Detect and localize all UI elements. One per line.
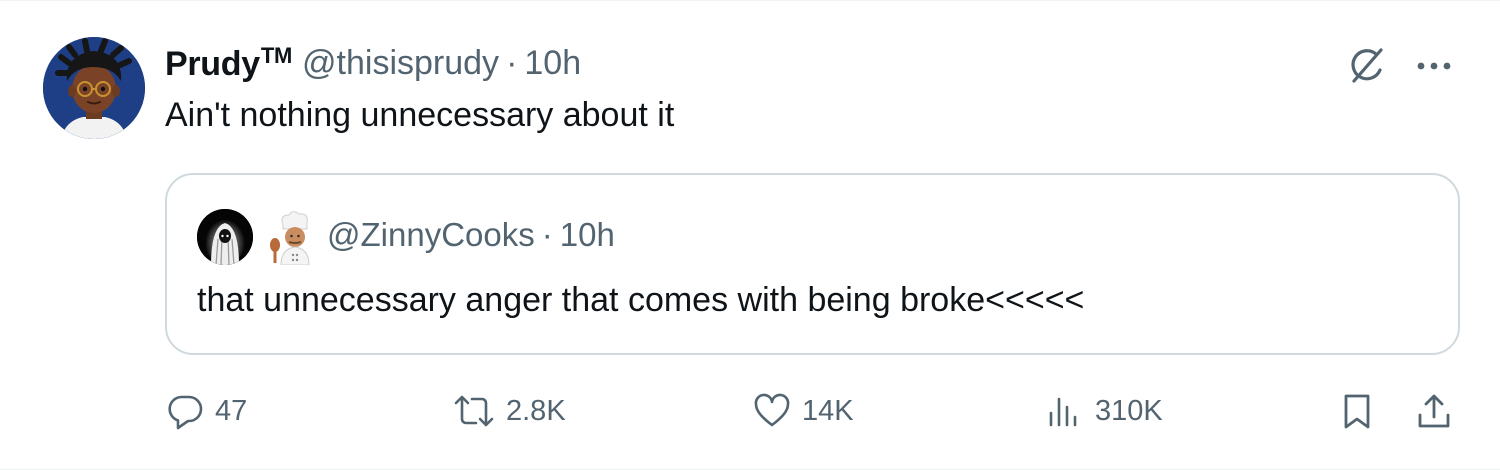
quoted-separator-dot: · <box>541 216 553 253</box>
share-icon <box>1414 391 1454 431</box>
views-button[interactable]: 310K <box>1045 389 1163 433</box>
quoted-header: @ZinnyCooks · 10h <box>327 213 615 257</box>
repost-icon <box>452 391 496 431</box>
views-count: 310K <box>1095 394 1163 427</box>
quoted-post[interactable]: @ZinnyCooks · 10h that unnecessary anger… <box>165 173 1460 355</box>
more-icon[interactable] <box>1412 51 1456 81</box>
like-button[interactable]: 14K <box>752 389 854 433</box>
share-button[interactable] <box>1414 389 1454 433</box>
quoted-handle[interactable]: @ZinnyCooks <box>327 216 535 254</box>
repost-button[interactable]: 2.8K <box>452 389 566 433</box>
grok-icon[interactable] <box>1345 44 1389 88</box>
repost-count: 2.8K <box>506 394 566 427</box>
author-handle[interactable]: @thisisprudy <box>302 44 499 83</box>
separator-dot: · <box>506 43 518 82</box>
reply-count: 47 <box>215 394 248 427</box>
bookmark-icon <box>1337 391 1377 431</box>
reply-icon <box>165 391 205 431</box>
quoted-time[interactable]: 10h <box>560 216 615 254</box>
views-icon <box>1045 391 1085 431</box>
post-time[interactable]: 10h <box>524 44 581 83</box>
like-count: 14K <box>802 394 854 427</box>
quoted-avatar[interactable] <box>197 209 253 265</box>
author-name[interactable]: PrudyTM <box>165 43 292 84</box>
tweet-header: PrudyTM @thisisprudy · 10h <box>165 41 581 85</box>
cook-emoji-icon <box>267 209 319 266</box>
quoted-text: that unnecessary anger that comes with b… <box>197 281 1085 319</box>
author-avatar[interactable] <box>43 37 145 139</box>
reply-button[interactable]: 47 <box>165 389 247 433</box>
tweet[interactable]: PrudyTM @thisisprudy · 10h Ain't nothing… <box>0 0 1500 470</box>
bookmark-button[interactable] <box>1337 389 1377 433</box>
tweet-text: Ain't nothing unnecessary about it <box>165 96 675 134</box>
heart-icon <box>752 391 792 431</box>
author-badge: TM <box>260 42 293 68</box>
